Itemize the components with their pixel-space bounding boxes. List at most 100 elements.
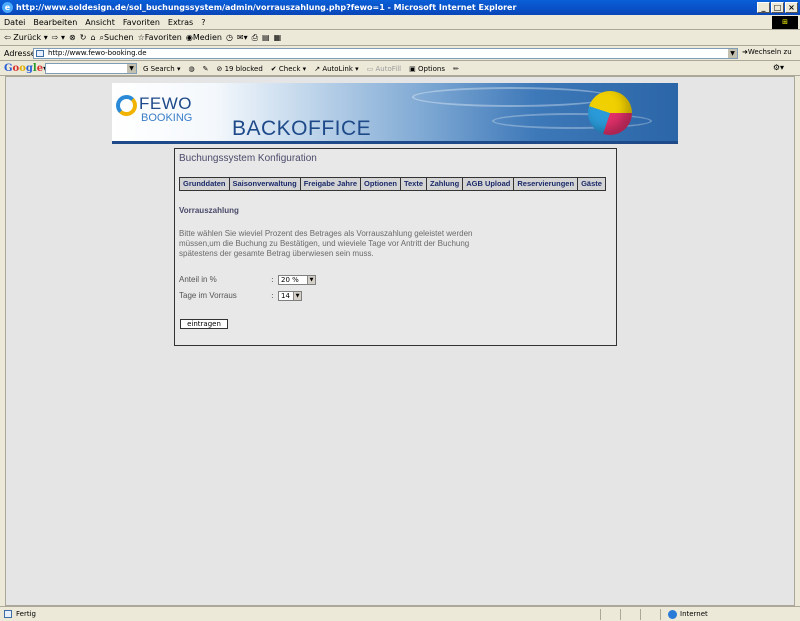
forward-button[interactable]: ⇨ ▾	[52, 33, 65, 42]
page-icon	[36, 50, 44, 57]
menu-datei[interactable]: Datei	[0, 18, 29, 27]
ie-icon: e	[2, 2, 13, 13]
edit-button[interactable]: ▤	[262, 33, 270, 42]
header-banner: FEWO BOOKING BACKOFFICE	[112, 83, 678, 144]
refresh-icon: ↻	[79, 33, 87, 42]
eintragen-button[interactable]: eintragen	[180, 319, 228, 329]
forward-arrow-icon: ⇨	[51, 33, 59, 42]
google-globe-icon[interactable]: ◍	[188, 65, 194, 73]
navigation-toolbar: ⇦ Zurück ▾ ⇨ ▾ ⊗ ↻ ⌂ ⌕Suchen ☆Favoriten …	[0, 30, 800, 46]
maximize-button[interactable]: □	[771, 2, 784, 13]
tage-select[interactable]: 14 ▼	[278, 291, 302, 301]
back-button[interactable]: ⇦ Zurück ▾	[4, 33, 48, 42]
status-divider	[600, 609, 601, 620]
globe-icon	[668, 610, 677, 619]
refresh-button[interactable]: ↻	[80, 33, 87, 42]
tab-freigabe-jahre[interactable]: Freigabe Jahre	[300, 178, 362, 190]
menu-bearbeiten[interactable]: Bearbeiten	[29, 18, 81, 27]
tage-value: 14	[281, 292, 290, 300]
popup-blocker-button[interactable]: ⊘ 19 blocked	[216, 65, 262, 73]
google-search-button[interactable]: G Search ▾	[143, 65, 180, 73]
status-divider	[620, 609, 621, 620]
favorites-button[interactable]: ☆Favoriten	[138, 33, 182, 42]
menu-ansicht[interactable]: Ansicht	[81, 18, 119, 27]
tools-gear-icon[interactable]: ⚙▾	[773, 63, 784, 72]
autofill-button[interactable]: ▭ AutoFill	[367, 65, 401, 73]
home-button[interactable]: ⌂	[90, 33, 95, 42]
google-toolbar-items: G Search ▾ ◍ ✎ ⊘ 19 blocked ✔ Check ▾ ↗ …	[143, 61, 459, 75]
mail-button[interactable]: ✉▾	[237, 33, 248, 42]
status-text: Fertig	[4, 607, 36, 621]
google-search-input[interactable]: ▼	[45, 63, 137, 74]
options-icon: ▣	[409, 64, 416, 73]
go-button[interactable]: ➜Wechseln zu	[742, 48, 792, 56]
options-button[interactable]: ▣ Options	[409, 65, 445, 73]
autolink-button[interactable]: ↗ AutoLink ▾	[314, 65, 358, 73]
section-description: Bitte wählen Sie wieviel Prozent des Bet…	[179, 229, 473, 258]
config-panel: Buchungssystem Konfiguration Grunddaten …	[174, 148, 617, 346]
stop-icon: ⊗	[69, 33, 76, 42]
banner-heading: BACKOFFICE	[232, 117, 372, 140]
tab-saisonverwaltung[interactable]: Saisonverwaltung	[229, 178, 301, 190]
abc-check-icon: ✔	[270, 64, 277, 73]
anteil-select[interactable]: 20 % ▼	[278, 275, 316, 285]
tab-optionen[interactable]: Optionen	[361, 178, 401, 190]
tab-reservierungen[interactable]: Reservierungen	[514, 178, 579, 190]
star-icon: ☆	[137, 33, 145, 42]
stop-button[interactable]: ⊗	[69, 33, 76, 42]
menu-help[interactable]: ?	[197, 18, 209, 27]
address-url: http://www.fewo-booking.de	[48, 49, 147, 57]
history-button[interactable]: ◷	[226, 33, 233, 42]
media-button[interactable]: ◉Medien	[186, 33, 222, 42]
google-search-icon: G	[143, 64, 149, 73]
tage-colon: :	[271, 291, 274, 300]
popup-block-icon: ⊘	[216, 64, 223, 73]
print-icon: ⎙	[251, 32, 259, 42]
print-button[interactable]: ⎙	[252, 33, 258, 43]
window-titlebar: e http://www.soldesign.de/sol_buchungssy…	[0, 0, 800, 15]
history-icon: ◷	[225, 33, 233, 42]
status-divider	[640, 609, 641, 620]
edit-icon: ▤	[262, 33, 270, 42]
address-dropdown[interactable]: ▼	[728, 49, 737, 58]
search-button[interactable]: ⌕Suchen	[100, 33, 134, 43]
google-search-dropdown[interactable]: ▼	[127, 64, 136, 73]
close-button[interactable]: ×	[785, 2, 798, 13]
tab-grunddaten[interactable]: Grunddaten	[180, 178, 230, 190]
anteil-value: 20 %	[281, 276, 299, 284]
panel-title: Buchungssystem Konfiguration	[179, 153, 317, 164]
chevron-down-icon: ▼	[293, 292, 301, 300]
autofill-icon: ▭	[366, 64, 374, 73]
water-wave-decoration	[412, 87, 612, 107]
anteil-colon: :	[271, 275, 274, 284]
tab-agb-upload[interactable]: AGB Upload	[463, 178, 515, 190]
autolink-icon: ↗	[314, 64, 321, 73]
windows-logo-icon: ⊞	[772, 16, 798, 29]
tab-texte[interactable]: Texte	[400, 178, 428, 190]
banner-stripe	[112, 141, 678, 144]
menu-favoriten[interactable]: Favoriten	[119, 18, 164, 27]
page-viewport: FEWO BOOKING BACKOFFICE Buchungssystem K…	[5, 76, 795, 606]
address-input[interactable]: http://www.fewo-booking.de ▼	[33, 48, 738, 59]
fewo-logo-icon	[116, 95, 137, 116]
logo-booking-text: BOOKING	[141, 112, 193, 124]
google-toolbar: Google ▾ ▼ G Search ▾ ◍ ✎ ⊘ 19 blocked ✔…	[0, 61, 800, 76]
highlighter-icon[interactable]: ✏	[453, 65, 459, 73]
spellcheck-button[interactable]: ✔ Check ▾	[271, 65, 306, 73]
discuss-icon: ▦	[273, 33, 282, 42]
discuss-button[interactable]: ▦	[274, 33, 282, 42]
security-zone: Internet	[668, 607, 708, 621]
tab-zahlung[interactable]: Zahlung	[427, 178, 464, 190]
media-icon: ◉	[185, 33, 193, 42]
menu-extras[interactable]: Extras	[164, 18, 197, 27]
pagerank-icon[interactable]: ✎	[203, 65, 209, 73]
tage-label: Tage im Vorraus	[179, 291, 237, 300]
minimize-button[interactable]: _	[757, 2, 770, 13]
back-arrow-icon: ⇦	[4, 33, 11, 42]
window-controls: _ □ ×	[757, 2, 798, 13]
tab-gaeste[interactable]: Gäste	[578, 178, 605, 190]
address-label: Adresse	[4, 48, 36, 58]
home-icon: ⌂	[90, 33, 96, 42]
page-done-icon	[4, 610, 12, 618]
google-logo[interactable]: Google	[4, 63, 43, 74]
